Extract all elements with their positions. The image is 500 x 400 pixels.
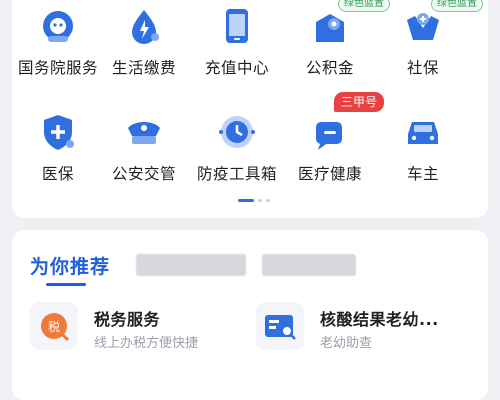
service-label: 生活缴费 bbox=[111, 59, 176, 77]
service-gongjijin[interactable]: 公积金 绿色蓝置 bbox=[282, 0, 390, 78]
page-indicator bbox=[238, 199, 278, 203]
service-label: 医保 bbox=[41, 165, 74, 183]
service-chezhu[interactable]: 车主 bbox=[375, 112, 471, 184]
service-label: 公安交管 bbox=[111, 165, 176, 183]
services-card: 国务院服务 生活缴费 充值中心 公积金 绿色蓝置 社保 绿色蓝置 医保 公安交管… bbox=[12, 0, 488, 218]
page-dot bbox=[258, 199, 262, 202]
phone-recharge-icon bbox=[217, 6, 257, 46]
recommend-item-desc: 老幼助查 bbox=[320, 336, 373, 351]
service-label: 社保 bbox=[406, 59, 439, 77]
red-badge: 三甲号 bbox=[334, 92, 385, 112]
recommend-item-name: 税务服务 bbox=[94, 310, 161, 329]
social-security-hands-icon bbox=[403, 6, 443, 46]
recommend-item-desc: 线上办税方便快捷 bbox=[94, 336, 199, 351]
service-gongan[interactable]: 公安交管 bbox=[96, 112, 192, 184]
test-result-search-icon bbox=[256, 302, 304, 350]
service-label: 公积金 bbox=[305, 59, 354, 77]
service-chongzhi[interactable]: 充值中心 bbox=[189, 6, 285, 78]
water-drop-bolt-icon bbox=[124, 6, 164, 46]
recommend-card: 为你推荐 税 税务服务 线上办税方便快捷 核酸结果老幼... 老幼助查 bbox=[12, 230, 488, 400]
active-tab-underline bbox=[46, 283, 86, 286]
blurred-tab[interactable] bbox=[262, 254, 356, 276]
recommend-tab-title[interactable]: 为你推荐 bbox=[30, 252, 110, 279]
svg-text:税: 税 bbox=[48, 320, 60, 334]
service-yiliao[interactable]: 医疗健康 三甲号 bbox=[282, 92, 385, 184]
tax-icon: 税 bbox=[30, 302, 78, 350]
service-label: 充值中心 bbox=[204, 59, 269, 77]
service-shenghuojiaofei[interactable]: 生活缴费 bbox=[96, 6, 192, 78]
service-label: 车主 bbox=[406, 165, 439, 183]
page-dot bbox=[266, 199, 270, 202]
robot-service-icon bbox=[38, 6, 78, 46]
green-badge: 绿色蓝置 bbox=[431, 0, 483, 12]
recommend-item-name: 核酸结果老幼... bbox=[320, 310, 439, 329]
healthcare-chat-icon bbox=[310, 112, 350, 152]
housing-fund-icon bbox=[310, 6, 350, 46]
service-fangyi[interactable]: 防疫工具箱 bbox=[189, 112, 285, 184]
service-label: 防疫工具箱 bbox=[196, 165, 277, 183]
epidemic-clock-icon bbox=[217, 112, 257, 152]
service-shebao[interactable]: 社保 绿色蓝置 bbox=[375, 0, 483, 78]
service-yibao[interactable]: 医保 bbox=[10, 112, 106, 184]
car-icon bbox=[403, 112, 443, 152]
service-guowuyuan[interactable]: 国务院服务 bbox=[10, 6, 106, 78]
service-label: 国务院服务 bbox=[17, 59, 98, 77]
police-cap-icon bbox=[124, 112, 164, 152]
service-label: 医疗健康 bbox=[297, 165, 362, 183]
blurred-tab[interactable] bbox=[136, 254, 246, 276]
page-dot-active bbox=[238, 199, 254, 202]
medical-insurance-shield-icon bbox=[38, 112, 78, 152]
